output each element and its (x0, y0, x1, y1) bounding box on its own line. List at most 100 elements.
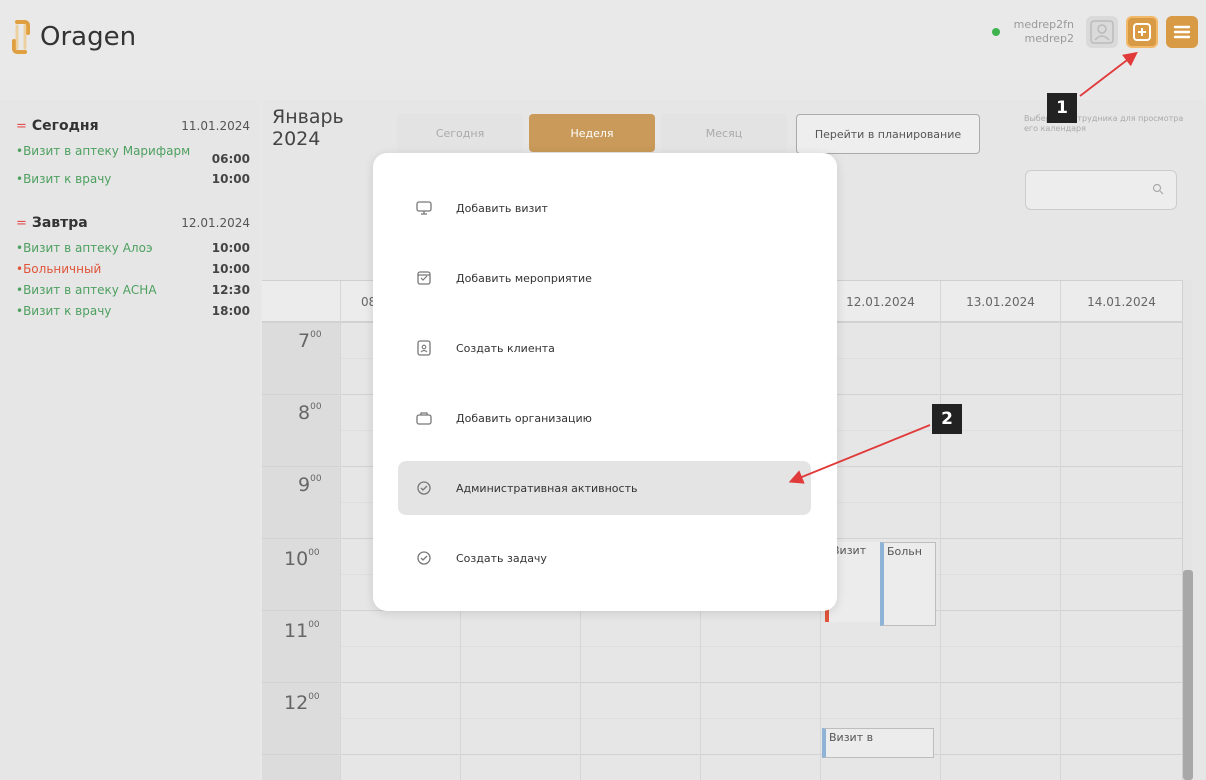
hour-number: 10 (284, 548, 309, 570)
agenda-event[interactable]: •Визит в аптеку Алоэ 10:00 (16, 241, 250, 256)
scrollbar-thumb[interactable] (1183, 570, 1193, 780)
tab-week[interactable]: Неделя (529, 114, 655, 152)
add-button[interactable] (1126, 16, 1158, 48)
day-column-line (940, 322, 941, 780)
user-avatar-icon (1090, 20, 1114, 44)
time-header-cell (262, 281, 340, 323)
calendar-event[interactable]: Больн (880, 542, 936, 626)
agenda-event[interactable]: •Визит в аптеку АСНА 12:30 (16, 283, 250, 298)
agenda-event-name: •Визит в аптеку Марифарм (16, 144, 191, 158)
menu-item-label: Добавить организацию (456, 411, 592, 425)
menu-add-organization[interactable]: Добавить организацию (398, 391, 811, 445)
day-column-header[interactable]: 12.01.2024 (820, 281, 940, 323)
hour-suffix: 00 (308, 692, 320, 702)
check-circle-icon (414, 478, 434, 498)
hour-number: 11 (284, 620, 309, 642)
day-column-header[interactable]: 14.01.2024 (1060, 281, 1182, 323)
oragen-logo-icon (12, 20, 30, 54)
calendar-event-label: Визит (832, 544, 867, 557)
agenda-event-name: •Визит к врачу (16, 172, 112, 186)
calendar-icon (414, 268, 434, 288)
profile-button[interactable] (1086, 16, 1118, 48)
menu-item-label: Создать клиента (456, 341, 555, 355)
agenda-event-time: 10:00 (211, 172, 250, 186)
hour-number: 8 (298, 402, 311, 424)
agenda-event-name: •Визит к врачу (16, 304, 112, 318)
app-logo[interactable]: Oragen (12, 20, 136, 54)
agenda-event-name: •Больничный (16, 262, 102, 276)
user-name: medrep2 (1024, 32, 1075, 45)
tomorrow-title: Завтра (31, 215, 88, 231)
app-name: Oragen (40, 22, 137, 52)
hour-line (262, 682, 1186, 683)
vertical-scrollbar[interactable] (1182, 280, 1193, 780)
menu-create-client[interactable]: Создать клиента (398, 321, 811, 375)
document-user-icon (414, 338, 434, 358)
user-login: medrep2fn (1013, 18, 1074, 31)
tomorrow-header: = Завтра 12.01.2024 (16, 215, 250, 231)
monitor-icon (414, 198, 434, 218)
calendar-flag-icon: = (16, 215, 27, 231)
calendar-event-label: Визит в (829, 731, 874, 744)
menu-item-label: Добавить мероприятие (456, 271, 592, 285)
month-title: Январь 2024 (272, 106, 344, 150)
tab-today[interactable]: Сегодня (397, 114, 523, 152)
today-date: 11.01.2024 (181, 119, 250, 133)
hour-number: 12 (284, 692, 309, 714)
agenda-event-time: 18:00 (211, 304, 250, 318)
hour-suffix: 00 (308, 620, 320, 630)
main-menu-button[interactable] (1166, 16, 1198, 48)
hour-number: 9 (298, 474, 311, 496)
hour-suffix: 00 (308, 548, 320, 558)
menu-add-event[interactable]: Добавить мероприятие (398, 251, 811, 305)
hour-suffix: 00 (310, 402, 322, 412)
menu-item-label: Создать задачу (456, 551, 547, 565)
today-header: = Сегодня 11.01.2024 (16, 118, 250, 134)
agenda-event[interactable]: •Визит к врачу 10:00 (16, 172, 250, 187)
tomorrow-date: 12.01.2024 (181, 216, 250, 230)
today-title: Сегодня (31, 118, 99, 134)
view-tabs: Сегодня Неделя Месяц (397, 114, 787, 152)
tomorrow-title-wrap: = Завтра (16, 215, 88, 231)
agenda-event[interactable]: •Визит в аптеку Марифарм 06:00 (16, 144, 250, 166)
agenda-event-time: 06:00 (211, 152, 250, 166)
menu-item-label: Добавить визит (456, 201, 548, 215)
check-circle-icon (414, 548, 434, 568)
callout-1: 1 (1047, 93, 1077, 123)
agenda-event[interactable]: •Визит к врачу 18:00 (16, 304, 250, 319)
hour-suffix: 00 (310, 330, 322, 340)
menu-create-task[interactable]: Создать задачу (398, 531, 811, 585)
hour-label: 900 (298, 474, 322, 496)
user-names: medrep2fn medrep2 (1014, 18, 1074, 46)
tab-month[interactable]: Месяц (661, 114, 787, 152)
menu-add-visit[interactable]: Добавить визит (398, 181, 811, 235)
plus-square-icon (1133, 23, 1151, 41)
day-column-header[interactable]: 13.01.2024 (940, 281, 1060, 323)
day-column-line (340, 322, 341, 780)
agenda-event-name: •Визит в аптеку АСНА (16, 283, 157, 297)
hour-suffix: 00 (310, 474, 322, 484)
briefcase-icon (414, 408, 434, 428)
hour-label: 700 (298, 330, 322, 352)
menu-admin-activity[interactable]: Административная активность (398, 461, 811, 515)
go-to-planning-button[interactable]: Перейти в планирование (796, 114, 980, 154)
hour-label: 1000 (284, 548, 320, 570)
online-status-dot (991, 28, 1000, 36)
agenda-event-time: 10:00 (211, 262, 250, 276)
agenda-event[interactable]: •Больничный 10:00 (16, 262, 250, 277)
hamburger-menu-icon (1173, 25, 1191, 39)
employee-search-input[interactable] (1025, 170, 1177, 210)
add-action-popup: Добавить визит Добавить мероприятие Созд… (373, 153, 837, 611)
hour-line (262, 754, 1186, 755)
calendar-flag-icon: = (16, 118, 27, 134)
hour-label: 800 (298, 402, 322, 424)
today-title-wrap: = Сегодня (16, 118, 99, 134)
menu-item-label: Административная активность (456, 481, 638, 495)
hour-label: 1100 (284, 620, 320, 642)
agenda-event-time: 10:00 (211, 241, 250, 255)
callout-2: 2 (932, 404, 962, 434)
calendar-event[interactable]: Визит в (822, 728, 934, 758)
agenda-event-name: •Визит в аптеку Алоэ (16, 241, 153, 255)
user-area: medrep2fn medrep2 (991, 16, 1198, 48)
